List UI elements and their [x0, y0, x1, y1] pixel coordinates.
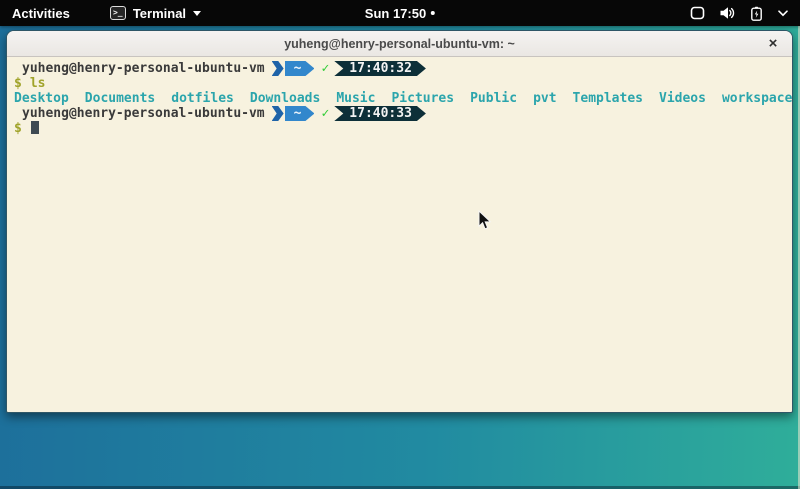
- prompt-line-1: yuheng@henry-personal-ubuntu-vm ~ ✓ 17:4…: [14, 61, 792, 76]
- prompt-cwd-segment: ~: [285, 106, 315, 121]
- ls-entry: Public: [470, 91, 517, 106]
- prompt-time-segment: 17:40:32: [334, 61, 426, 76]
- terminal-cursor: [31, 121, 39, 134]
- command-line: $ ls: [14, 76, 792, 91]
- ls-output-row: Desktop Documents dotfiles Downloads Music Pi…: [14, 91, 792, 106]
- ls-entry: Pictures: [391, 91, 454, 106]
- dropdown-arrow-icon: [193, 11, 201, 16]
- input-line: $: [14, 121, 792, 136]
- top-bar: Activities >_ Terminal Sun 17:50: [0, 0, 800, 26]
- app-menu-terminal[interactable]: >_ Terminal: [110, 6, 201, 21]
- ls-entry: Videos: [659, 91, 706, 106]
- mouse-pointer-icon: [478, 210, 492, 231]
- status-check-icon: ✓: [321, 106, 329, 121]
- chevron-down-icon: [778, 10, 788, 17]
- ls-entry: Documents: [85, 91, 155, 106]
- ls-entry: Music: [336, 91, 375, 106]
- prompt-user-host: yuheng@henry-personal-ubuntu-vm: [14, 61, 265, 76]
- prompt-time-segment: 17:40:33: [334, 106, 426, 121]
- screen-icon: [690, 6, 705, 20]
- close-button[interactable]: ×: [762, 31, 784, 56]
- powerline-chevron-icon: [272, 61, 284, 76]
- prompt-symbol: $: [14, 121, 22, 136]
- ls-entry: Desktop: [14, 91, 69, 106]
- typed-command: ls: [30, 76, 46, 91]
- terminal-app-icon: >_: [110, 6, 126, 20]
- prompt-cwd-segment: ~: [285, 61, 315, 76]
- battery-charging-icon: [749, 6, 764, 21]
- ls-entry: Templates: [573, 91, 643, 106]
- notification-dot: [431, 11, 435, 15]
- clock-label: Sun 17:50: [365, 6, 426, 21]
- terminal-window: yuheng@henry-personal-ubuntu-vm: ~ × yuh…: [6, 30, 793, 413]
- activities-button[interactable]: Activities: [12, 6, 70, 21]
- ls-entry: dotfiles: [171, 91, 234, 106]
- terminal-content[interactable]: yuheng@henry-personal-ubuntu-vm ~ ✓ 17:4…: [7, 58, 792, 412]
- powerline-chevron-icon: [272, 106, 284, 121]
- system-status-area[interactable]: [690, 6, 788, 21]
- prompt-user-host: yuheng@henry-personal-ubuntu-vm: [14, 106, 265, 121]
- app-menu-label: Terminal: [133, 6, 186, 21]
- ls-entry: Downloads: [250, 91, 320, 106]
- window-title: yuheng@henry-personal-ubuntu-vm: ~: [284, 37, 515, 51]
- window-titlebar[interactable]: yuheng@henry-personal-ubuntu-vm: ~ ×: [7, 31, 792, 57]
- ls-entry: workspace: [722, 91, 792, 106]
- status-check-icon: ✓: [321, 61, 329, 76]
- prompt-symbol: $: [14, 76, 22, 91]
- ls-entry: pvt: [533, 91, 556, 106]
- prompt-line-2: yuheng@henry-personal-ubuntu-vm ~ ✓ 17:4…: [14, 106, 792, 121]
- clock-menu[interactable]: Sun 17:50: [365, 0, 435, 26]
- volume-icon: [719, 6, 735, 20]
